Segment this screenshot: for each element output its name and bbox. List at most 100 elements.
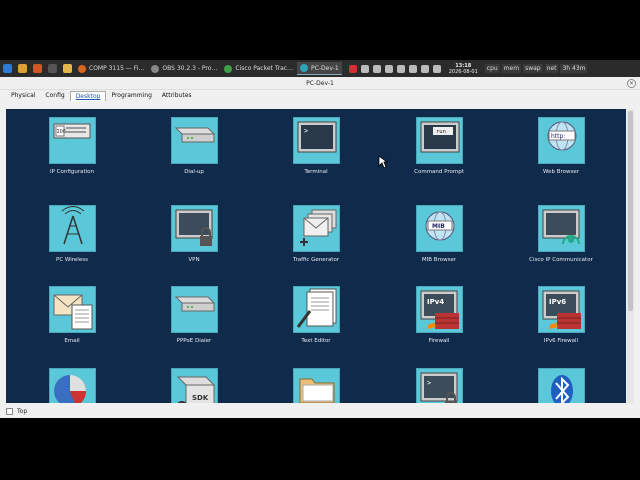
top-checkbox-label: Top — [17, 408, 28, 415]
taskbar-task-packet-tracer[interactable]: Cisco Packet Trac… — [221, 62, 296, 75]
clock[interactable]: 13:18 2026-08-01 — [449, 63, 478, 75]
window-title: PC-Dev-1 — [306, 79, 334, 87]
web-browser-icon: http: — [537, 117, 585, 164]
record-icon[interactable] — [348, 64, 357, 73]
app-label: Web Browser — [542, 169, 580, 175]
app-firewall[interactable]: IPv4 Firewall — [399, 286, 479, 344]
battery-icon[interactable] — [432, 64, 441, 73]
mib-browser-icon: MIB — [415, 205, 463, 252]
dialup-icon — [170, 117, 218, 164]
app-pie-chart[interactable] — [32, 368, 112, 403]
uptime-display: 3h 43m — [560, 64, 588, 73]
swap-monitor[interactable]: swap — [523, 64, 543, 73]
ip-communicator-icon — [537, 205, 585, 252]
mib-text: MIB — [432, 223, 445, 230]
tab-attributes[interactable]: Attributes — [157, 91, 197, 101]
window-bottom-bar: Top — [0, 405, 640, 418]
ipv6-text: IPv6 — [549, 298, 566, 306]
vertical-scrollbar[interactable] — [627, 109, 634, 403]
tab-bar: Physical Config Desktop Programming Attr… — [0, 90, 640, 101]
firewall-icon: IPv4 — [415, 286, 463, 333]
firefox-icon[interactable] — [33, 64, 42, 73]
app-cisco-ip-communicator[interactable]: Cisco IP Communicator — [521, 205, 601, 263]
taskbar-task-obs[interactable]: OBS 30.2.3 - Pro… — [148, 62, 220, 75]
app-label: IPv6 Firewall — [543, 338, 579, 344]
obs-icon — [151, 64, 160, 73]
mem-monitor[interactable]: mem — [501, 64, 522, 73]
app-text-editor[interactable]: Text Editor — [276, 286, 356, 344]
ipv6-firewall-icon: IPv6 — [537, 286, 585, 333]
top-checkbox[interactable] — [6, 408, 13, 415]
app-terminal[interactable]: > Terminal — [276, 117, 356, 175]
task-label: OBS 30.2.3 - Pro… — [162, 65, 218, 72]
net-monitor[interactable]: net — [544, 64, 559, 73]
app-pppoe-dialer[interactable]: PPPoE Dialer — [154, 286, 234, 344]
app-launcher-icon[interactable] — [3, 64, 12, 73]
app-traffic-generator[interactable]: Traffic Generator — [276, 205, 356, 263]
network-icon[interactable] — [384, 64, 393, 73]
ip-number-text: 106 — [56, 129, 66, 135]
tab-desktop[interactable]: Desktop — [69, 91, 107, 101]
file-manager-icon[interactable] — [18, 64, 27, 73]
bell-icon[interactable] — [372, 64, 381, 73]
app-label: Text Editor — [301, 338, 331, 344]
clipboard-icon[interactable] — [408, 64, 417, 73]
command-prompt-icon: run — [415, 117, 463, 164]
task-label: PC-Dev-1 — [311, 64, 339, 72]
app-label: PC Wireless — [56, 257, 88, 263]
app-sdk[interactable]: SDK — [154, 368, 234, 403]
app-ipv6-firewall[interactable]: IPv6 IPv6 Firewall — [521, 286, 601, 344]
window-titlebar[interactable]: PC-Dev-1 × — [0, 77, 640, 90]
packet-tracer-icon — [224, 64, 233, 73]
app-web-browser[interactable]: http: Web Browser — [521, 117, 601, 175]
pc-dev-window: PC-Dev-1 × Physical Config Desktop Progr… — [0, 77, 640, 418]
terminal-launcher-icon[interactable] — [48, 64, 57, 73]
scrollbar-thumb[interactable] — [628, 111, 633, 311]
http-text: http: — [551, 133, 565, 140]
settings-tray-icon[interactable] — [360, 64, 369, 73]
taskbar-task-pc-dev[interactable]: PC-Dev-1 — [297, 62, 342, 75]
folder-icon — [292, 368, 340, 403]
app-file-manager[interactable] — [276, 368, 356, 403]
app-pc-wireless[interactable]: PC Wireless — [32, 205, 112, 263]
app-terminal-secure[interactable]: > — [399, 368, 479, 403]
app-label: MIB Browser — [421, 257, 457, 263]
shield-icon[interactable] — [396, 64, 405, 73]
email-icon — [48, 286, 96, 333]
folder-launcher-icon[interactable] — [63, 64, 72, 73]
task-comp-icon — [78, 64, 86, 73]
system-tray — [347, 64, 443, 73]
system-taskbar: COMP 3115 — Fi… OBS 30.2.3 - Pro… Cisco … — [0, 60, 640, 77]
mouse-cursor-icon — [378, 155, 388, 169]
app-bluetooth[interactable] — [521, 368, 601, 403]
close-icon[interactable]: × — [627, 79, 636, 88]
ipv4-text: IPv4 — [427, 298, 444, 306]
pppoe-icon — [170, 286, 218, 333]
app-dial-up[interactable]: Dial-up — [154, 117, 234, 175]
volume-icon[interactable] — [420, 64, 429, 73]
ip-config-icon: 106 — [48, 117, 96, 164]
tab-programming[interactable]: Programming — [106, 91, 156, 101]
app-label: VPN — [188, 257, 200, 263]
terminal-icon: > — [292, 117, 340, 164]
app-ip-configuration[interactable]: 106 IP Configuration — [32, 117, 112, 175]
app-command-prompt[interactable]: run Command Prompt — [399, 117, 479, 175]
prompt-text: > — [304, 127, 308, 135]
app-vpn[interactable]: VPN — [154, 205, 234, 263]
taskbar-task-comp[interactable]: COMP 3115 — Fi… — [75, 62, 147, 75]
app-label: IP Configuration — [50, 169, 94, 175]
clock-date: 2026-08-01 — [448, 68, 478, 75]
text-editor-icon — [292, 286, 340, 333]
pc-dev-icon — [300, 64, 309, 72]
app-mib-browser[interactable]: MIB MIB Browser — [399, 205, 479, 263]
tab-physical[interactable]: Physical — [6, 91, 40, 101]
vpn-icon — [170, 205, 218, 252]
cpu-monitor[interactable]: cpu — [484, 64, 500, 73]
app-label: Terminal — [304, 169, 328, 175]
app-label: Email — [64, 338, 80, 344]
tab-config[interactable]: Config — [40, 91, 69, 101]
task-label: COMP 3115 — Fi… — [89, 65, 145, 72]
app-email[interactable]: Email — [32, 286, 112, 344]
terminal-lock-icon: > — [415, 368, 463, 403]
app-label: Firewall — [428, 338, 450, 344]
